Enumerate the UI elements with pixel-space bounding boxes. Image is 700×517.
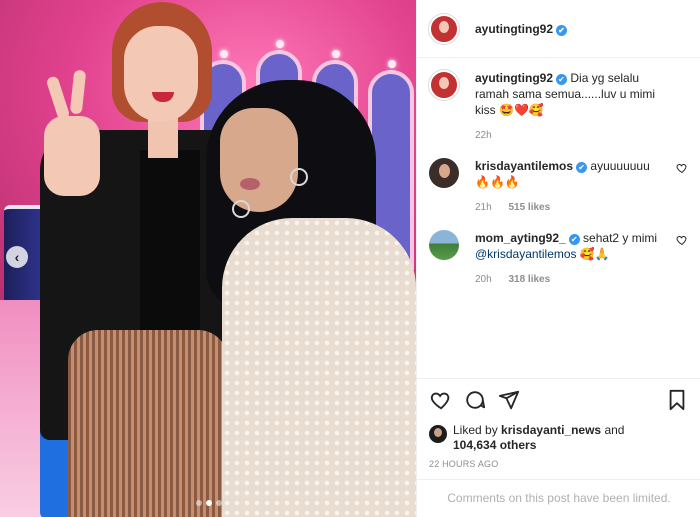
person-right-lips [240, 178, 260, 190]
likes-text: Liked by krisdayanti_news and 104,634 ot… [453, 423, 624, 453]
chevron-left-icon: ‹ [14, 249, 20, 265]
person-left-skirt [68, 330, 228, 517]
person-left-neck [148, 118, 178, 158]
author-username[interactable]: ayutingting92 ✔ [475, 22, 568, 36]
comment-meta: 22h [475, 128, 665, 144]
comment-avatar[interactable] [429, 158, 459, 188]
comment-time[interactable]: 20h [475, 274, 492, 285]
comment-like-heart-icon[interactable] [676, 234, 688, 246]
comment-username[interactable]: mom_ayting92_ [475, 231, 566, 245]
comment-username[interactable]: krisdayantilemos [475, 159, 573, 173]
bookmark-icon[interactable] [665, 388, 689, 412]
post-photo[interactable]: ‹ [0, 0, 416, 517]
likes-summary: Liked by krisdayanti_news and 104,634 ot… [429, 423, 689, 453]
person-left-shirt [140, 150, 200, 330]
comment-icon[interactable] [463, 388, 487, 412]
comment-item: mom_ayting92_ ✔ sehat2 y mimi @krisdayant… [429, 230, 688, 288]
comment-body: ayutingting92 ✔ Dia yg selalu ramah sama … [475, 70, 665, 144]
instagram-post: ‹ ayutingting92 ✔ ayutingting92 ✔ Dia yg s… [0, 0, 700, 517]
liker-avatar[interactable] [429, 425, 447, 443]
comment-like-heart-icon[interactable] [676, 162, 688, 174]
send-icon[interactable] [497, 388, 521, 412]
comment-username[interactable]: ayutingting92 [475, 71, 553, 85]
action-icons [429, 385, 689, 415]
person-right-face [220, 108, 298, 212]
verified-badge-icon: ✔ [568, 234, 580, 245]
comments-limited-notice: Comments on this post have been limited. [417, 479, 700, 517]
author-avatar[interactable] [429, 13, 459, 44]
comment-likes[interactable]: 318 likes [508, 274, 550, 285]
post-header: ayutingting92 ✔ [417, 0, 700, 58]
comment-meta: 21h 515 likes [475, 200, 665, 216]
comment-avatar[interactable] [429, 70, 459, 100]
carousel-dot [196, 500, 202, 506]
caption-comment: ayutingting92 ✔ Dia yg selalu ramah sama … [429, 70, 688, 144]
post-side-panel: ayutingting92 ✔ ayutingting92 ✔ Dia yg sel… [416, 0, 700, 517]
earring [232, 200, 250, 218]
comment-avatar[interactable] [429, 230, 459, 260]
post-actions: Liked by krisdayanti_news and 104,634 ot… [417, 378, 700, 469]
carousel-dots [196, 500, 222, 506]
comment-body: mom_ayting92_ ✔ sehat2 y mimi @krisdayant… [475, 230, 665, 288]
liker-username[interactable]: krisdayanti_news [501, 423, 601, 437]
heart-icon[interactable] [429, 388, 453, 412]
likes-prefix: Liked by [453, 423, 498, 437]
comments-list: ayutingting92 ✔ Dia yg selalu ramah sama … [417, 58, 700, 378]
author-username-text[interactable]: ayutingting92 [475, 22, 553, 36]
carousel-prev-button[interactable]: ‹ [6, 246, 28, 268]
verified-badge-icon: ✔ [556, 74, 568, 85]
verified-badge-icon: ✔ [556, 24, 568, 36]
comment-mention-link[interactable]: @krisdayantilemos [475, 247, 577, 261]
carousel-dot [216, 500, 222, 506]
peace-sign-hand [44, 116, 100, 196]
carousel-dot-active [206, 500, 212, 506]
verified-badge-icon: ✔ [576, 162, 588, 173]
comment-likes[interactable]: 515 likes [508, 202, 550, 213]
likes-middle: and [604, 423, 625, 437]
post-timestamp[interactable]: 22 HOURS AGO [429, 459, 689, 469]
comment-meta: 20h 318 likes [475, 272, 665, 288]
earring [290, 168, 308, 186]
comment-text-emoji: 🥰🙏 [576, 247, 610, 261]
person-right-dress [222, 218, 416, 517]
comment-item: krisdayantilemos ✔ ayuuuuuuu 🔥🔥🔥 21h 515 … [429, 158, 688, 216]
comment-body: krisdayantilemos ✔ ayuuuuuuu 🔥🔥🔥 21h 515 … [475, 158, 665, 216]
comment-time[interactable]: 22h [475, 130, 492, 141]
comment-text: sehat2 y mimi [583, 231, 658, 245]
comment-time[interactable]: 21h [475, 202, 492, 213]
person-left-face [124, 26, 198, 122]
likes-count-link[interactable]: 104,634 others [453, 438, 536, 452]
